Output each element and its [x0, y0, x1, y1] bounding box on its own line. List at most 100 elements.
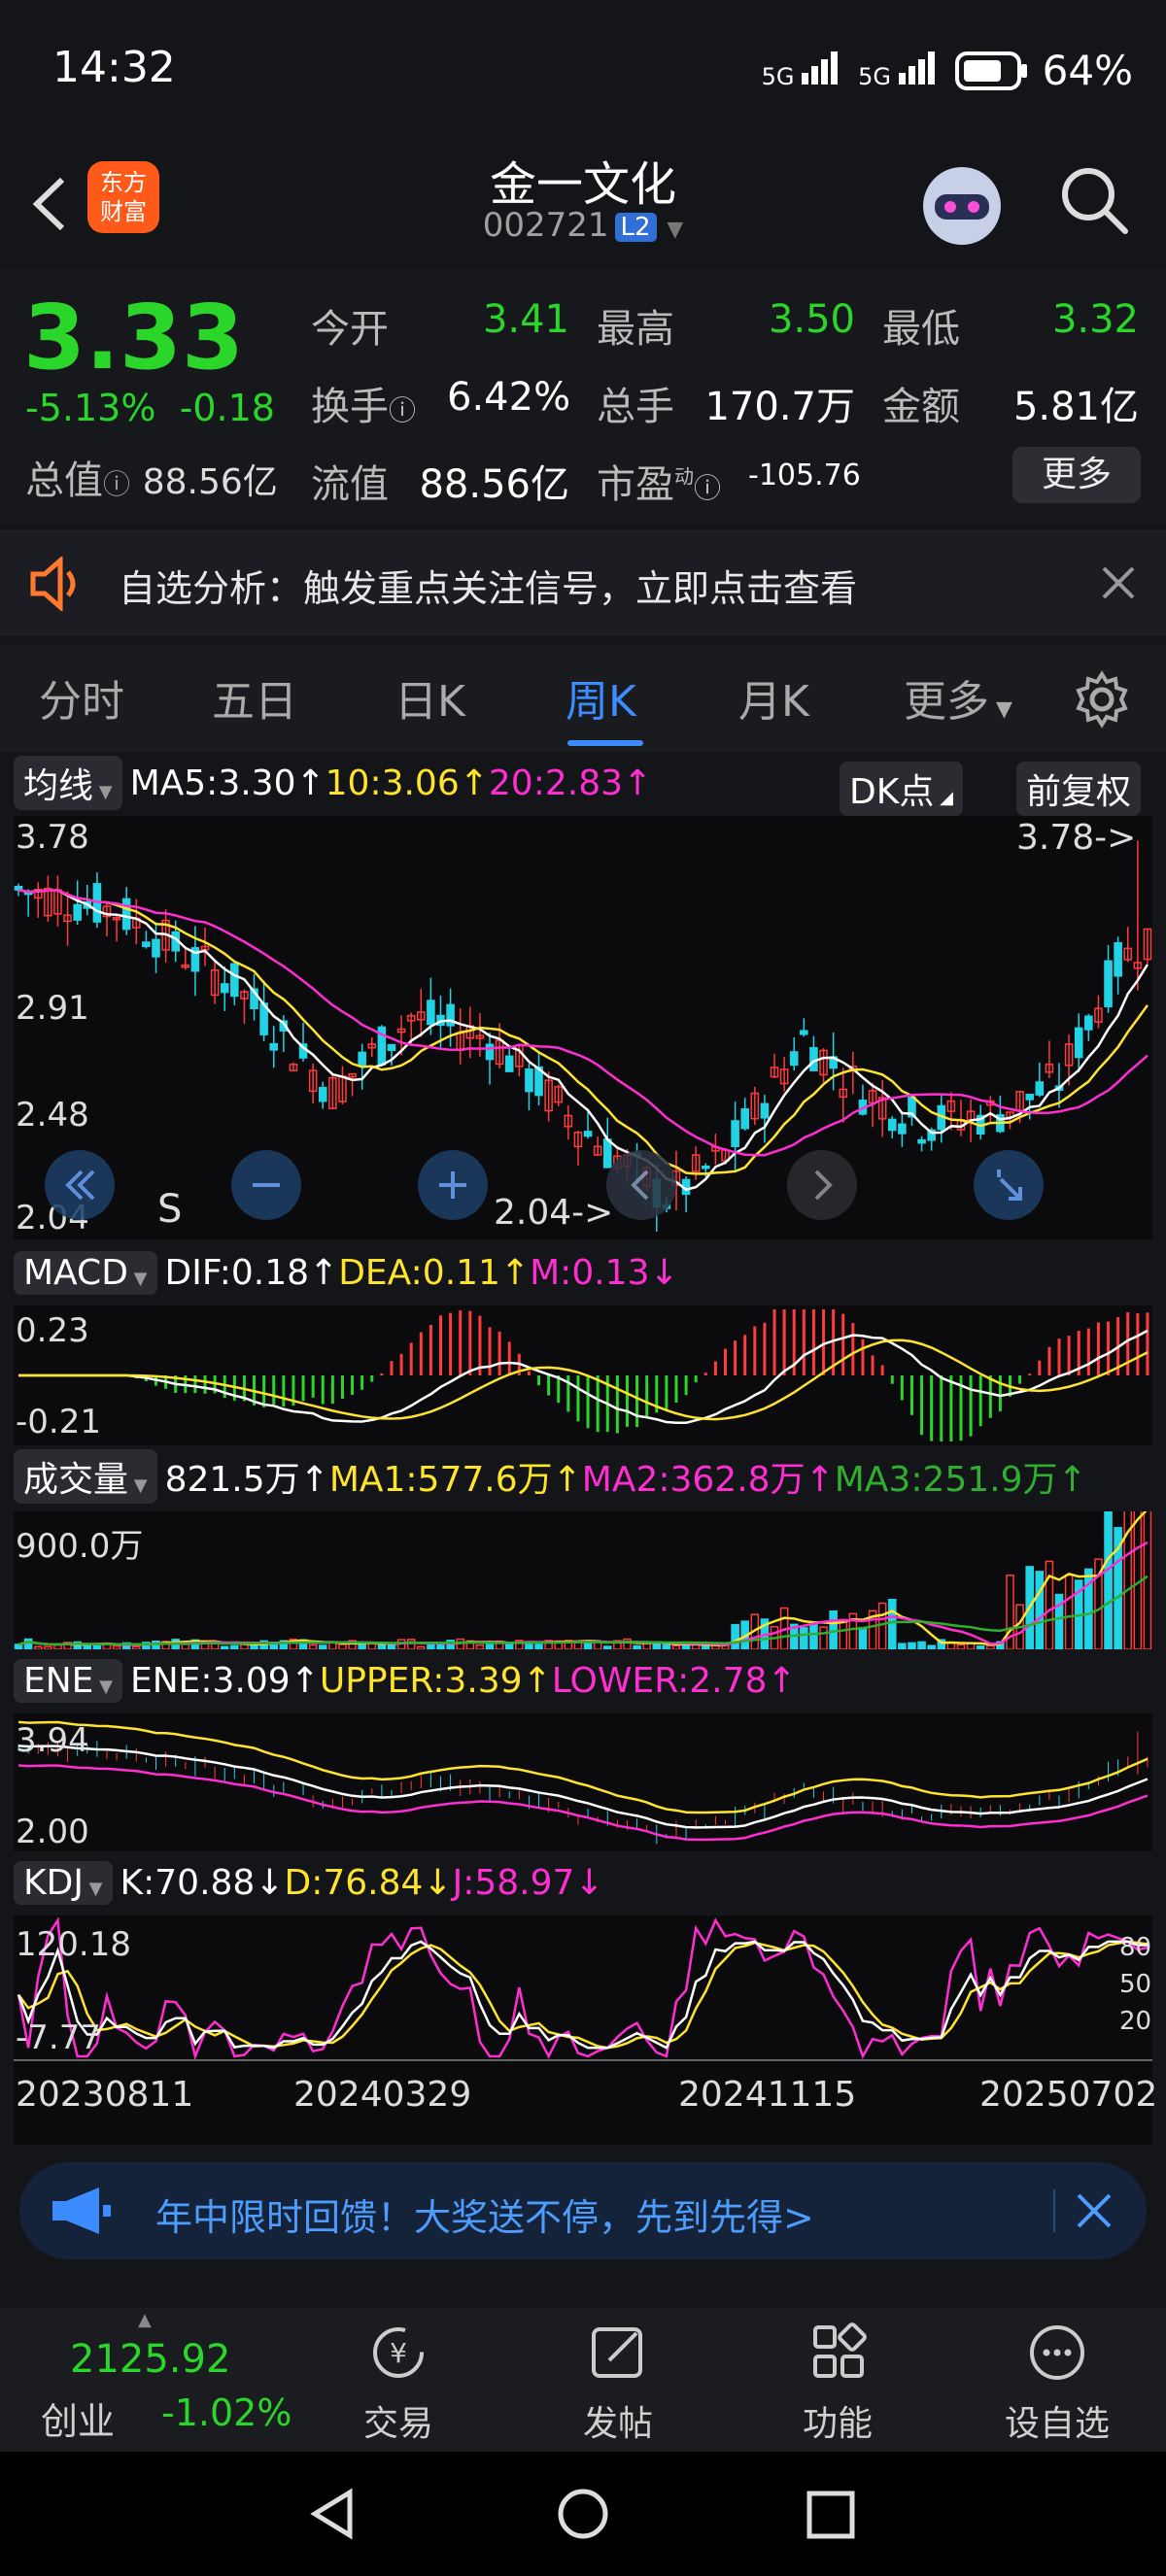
nav-post[interactable]: 发帖: [521, 2308, 715, 2444]
volume-bar: [83, 1644, 92, 1649]
float-value: 88.56亿: [419, 462, 569, 507]
banner-close-icon[interactable]: [1075, 2191, 1114, 2230]
tab-intraday[interactable]: 分时: [39, 666, 124, 729]
ene-selector[interactable]: ENE ▼: [14, 1658, 122, 1703]
tab-weekly-k[interactable]: 周K: [566, 666, 636, 729]
tab-more[interactable]: 更多 ▼: [904, 666, 1012, 729]
more-quote-button[interactable]: 更多: [1012, 447, 1141, 503]
recents-square-icon[interactable]: [805, 2489, 857, 2541]
robot-assistant-icon[interactable]: [913, 157, 1011, 254]
fullscreen-button[interactable]: [974, 1150, 1044, 1220]
ene-lower: LOWER:2.78↑: [551, 1660, 797, 1701]
volume-bar: [986, 1644, 995, 1649]
macd-dea: DEA:0.11↑: [338, 1252, 531, 1293]
banner-divider: [1053, 2189, 1055, 2232]
index-ticker[interactable]: ▲ 2125.92 创业 -1.02%: [0, 2308, 301, 2452]
volume-bar: [427, 1644, 435, 1649]
volume-bar: [917, 1641, 926, 1649]
minus-icon: [253, 1183, 280, 1187]
volume-bar: [230, 1644, 239, 1649]
home-circle-icon[interactable]: [556, 2487, 610, 2541]
kline-y-label-2: 2.91: [16, 989, 89, 1028]
scroll-right-button[interactable]: [787, 1150, 857, 1220]
volume-bar: [308, 1644, 318, 1649]
date-axis: 20230811 20240329 20241115 20250702: [14, 2061, 1157, 2145]
kline-chart[interactable]: 3.78 2.91 2.48 2.04 3.78-> 2.04-> S: [14, 816, 1152, 1239]
macd-m: M:0.13↓: [530, 1252, 679, 1293]
zoom-out-button[interactable]: [231, 1150, 301, 1220]
ma-selector[interactable]: 均线 ▼: [14, 756, 122, 810]
kdj-chart[interactable]: 120.18 -7.77 80 50 20: [14, 1915, 1152, 2061]
kline-candle: [789, 1051, 799, 1067]
kline-candle: [1035, 1081, 1045, 1096]
scroll-left-fast-button[interactable]: [45, 1150, 115, 1220]
date-label-2: 20240329: [293, 2075, 472, 2115]
banner-text: 年中限时回馈！大奖送不停，先到先得>: [155, 2196, 814, 2239]
adjustment-button[interactable]: 前复权: [1016, 762, 1142, 816]
tab-five-day[interactable]: 五日: [212, 666, 297, 729]
volume-bar: [475, 1644, 485, 1649]
gear-icon[interactable]: [1073, 670, 1131, 729]
kline-candle: [121, 898, 131, 931]
zoom-in-button[interactable]: [418, 1150, 488, 1220]
volume-bar: [1143, 1511, 1152, 1649]
macd-selector[interactable]: MACD ▼: [14, 1250, 157, 1295]
kline-candle: [760, 1102, 770, 1119]
volume-bar: [92, 1644, 102, 1649]
kline-candle: [269, 1042, 279, 1051]
close-icon[interactable]: [1100, 564, 1137, 601]
volume-bar: [858, 1626, 868, 1649]
kline-candle: [731, 1120, 739, 1147]
kdj-selector[interactable]: KDJ ▼: [14, 1860, 113, 1905]
kdj-indicator-row: KDJ ▼ K:70.88↓ D:76.84↓ J:58.97↓: [0, 1853, 1166, 1912]
system-navigation-bar: [0, 2452, 1166, 2576]
promo-banner[interactable]: 年中限时回馈！大奖送不停，先到先得>: [19, 2162, 1147, 2259]
ene-y-top: 3.94: [16, 1721, 89, 1760]
open-label: 今开: [311, 307, 389, 352]
nav-add-watchlist[interactable]: 设自选: [960, 2308, 1154, 2444]
plus-icon: [439, 1171, 466, 1199]
dk-point-button[interactable]: DK点 ◢: [840, 762, 963, 816]
volume-bar: [436, 1644, 445, 1649]
high-label: 最高: [597, 307, 674, 352]
tab-monthly-k[interactable]: 月K: [738, 666, 809, 729]
kline-candle: [427, 1000, 435, 1026]
volume-chart[interactable]: 900.0万: [14, 1511, 1152, 1649]
ene-mid-line: [17, 1745, 1149, 1829]
caret-up-icon: ▲: [138, 2310, 152, 2330]
bottom-navigation: ▲ 2125.92 创业 -1.02% ¥ 交易 发帖 功能 设自选: [0, 2308, 1166, 2452]
float-label: 流值: [311, 462, 389, 507]
nav-trade[interactable]: ¥ 交易: [301, 2308, 496, 2444]
kline-candle: [740, 1107, 749, 1130]
nav-functions[interactable]: 功能: [740, 2308, 935, 2444]
kdj-ref-80: 80: [1119, 1933, 1152, 1962]
volume-ma-line-5: [17, 1511, 1148, 1646]
megaphone-icon: [52, 2187, 111, 2234]
volume-bar: [338, 1644, 347, 1649]
back-triangle-icon[interactable]: [307, 2487, 361, 2541]
volume-bar: [377, 1644, 387, 1649]
ma5-value: MA5:3.30↑: [129, 763, 326, 803]
kline-candle: [809, 1046, 818, 1071]
volume-selector[interactable]: 成交量 ▼: [14, 1449, 157, 1504]
turnover-value: 6.42%: [447, 375, 571, 420]
kline-candle: [800, 1030, 808, 1035]
date-label-1: 20230811: [16, 2075, 194, 2115]
volume-bar: [819, 1626, 828, 1649]
stock-code: 002721: [482, 206, 609, 245]
kline-candle: [1025, 1094, 1034, 1101]
volume-bar: [671, 1644, 681, 1649]
macd-chart[interactable]: 0.23 -0.21: [14, 1305, 1152, 1445]
volume-bar: [956, 1644, 966, 1649]
scroll-left-button[interactable]: [606, 1150, 676, 1220]
amount-label: 金额: [882, 385, 960, 429]
analysis-notice[interactable]: 自选分析：触发重点关注信号，立即点击查看: [0, 529, 1166, 636]
volume-bar: [1064, 1574, 1074, 1649]
ene-chart[interactable]: 3.94 2.00: [14, 1713, 1152, 1851]
tab-daily-k[interactable]: 日K: [394, 666, 465, 729]
signal-5g-icon: 5G: [762, 51, 845, 90]
search-icon[interactable]: [1055, 161, 1133, 239]
stock-header: 东方 财富 金一文化 002721 L2 ▼: [0, 146, 1166, 267]
speaker-icon: [30, 557, 76, 611]
ene-upper: UPPER:3.39↑: [319, 1660, 552, 1701]
